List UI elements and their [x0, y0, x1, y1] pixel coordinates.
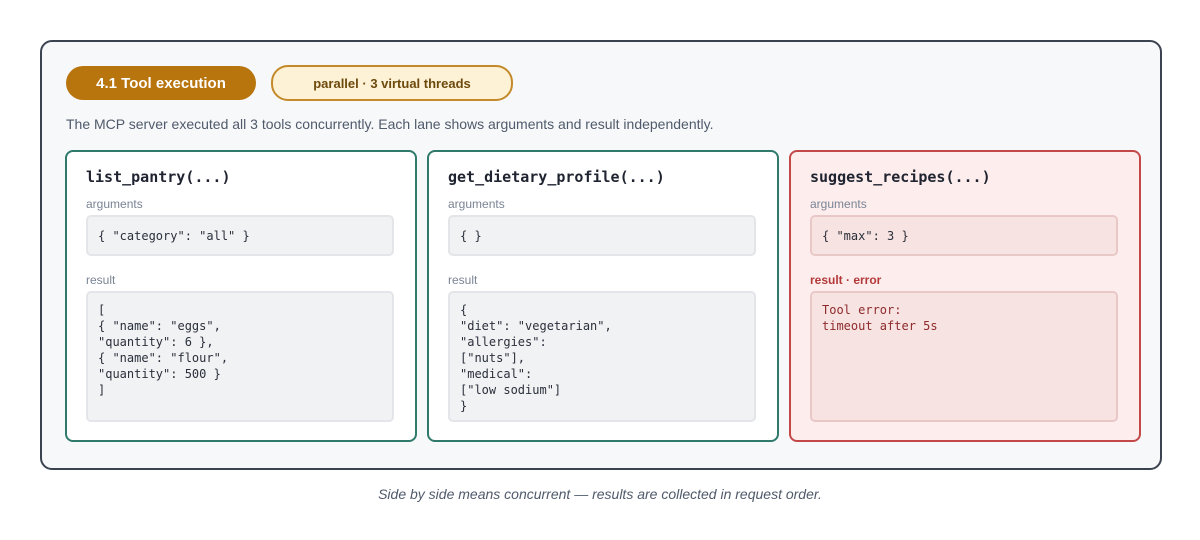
result-error-label: result · error [810, 273, 882, 287]
parallel-mode-badge: parallel · 3 virtual threads [271, 65, 513, 101]
tool-call-title: suggest_recipes(...) [810, 168, 991, 186]
figure-caption: Side by side means concurrent — results … [378, 486, 822, 502]
arguments-code: { } [448, 215, 756, 256]
arguments-label: arguments [448, 197, 505, 211]
section-badge: 4.1 Tool execution [66, 66, 256, 100]
result-code: [ { "name": "eggs", "quantity": 6 }, { "… [86, 291, 394, 422]
tool-call-title: list_pantry(...) [86, 168, 231, 186]
arguments-code: { "category": "all" } [86, 215, 394, 256]
tool-execution-panel: 4.1 Tool execution parallel · 3 virtual … [40, 40, 1162, 470]
lane-get-dietary-profile: get_dietary_profile(...) arguments { } r… [427, 150, 779, 442]
arguments-label: arguments [810, 197, 867, 211]
lane-list-pantry: list_pantry(...) arguments { "category":… [65, 150, 417, 442]
lane-suggest-recipes: suggest_recipes(...) arguments { "max": … [789, 150, 1141, 442]
execution-description: The MCP server executed all 3 tools conc… [66, 116, 714, 132]
arguments-label: arguments [86, 197, 143, 211]
tool-call-title: get_dietary_profile(...) [448, 168, 665, 186]
result-label: result [86, 273, 116, 287]
result-code: { "diet": "vegetarian", "allergies": ["n… [448, 291, 756, 422]
result-label: result [448, 273, 478, 287]
error-result-code: Tool error: timeout after 5s [810, 291, 1118, 422]
arguments-code: { "max": 3 } [810, 215, 1118, 256]
